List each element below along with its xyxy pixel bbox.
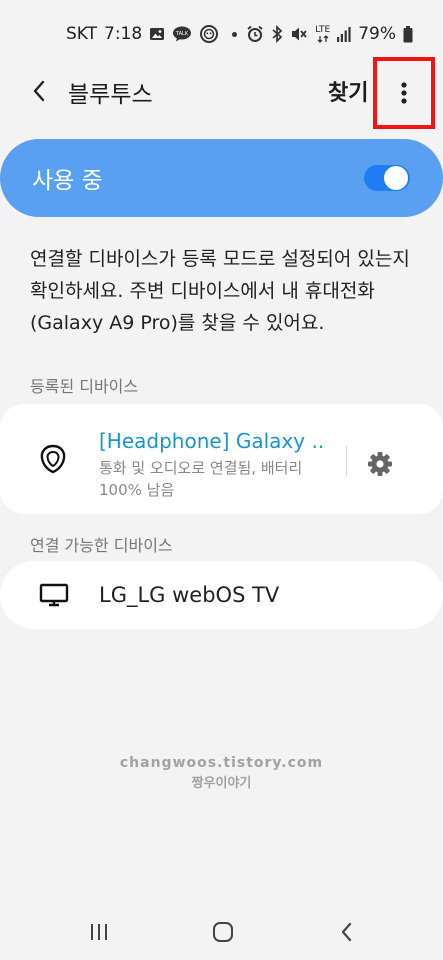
battery-percent: 79% — [358, 24, 396, 44]
lte-icon: LTE — [315, 25, 330, 43]
signal-icon — [337, 26, 351, 42]
back-button[interactable] — [24, 76, 54, 106]
divider — [346, 446, 347, 476]
recent-apps-button[interactable] — [83, 918, 115, 946]
chevron-left-icon — [33, 80, 45, 102]
bluetooth-switch[interactable] — [364, 165, 410, 191]
paired-device-name: [Headphone] Galaxy .. — [99, 429, 325, 453]
svg-text:TALK: TALK — [175, 31, 189, 37]
watermark: changwoos.tistory.com 짱우이야기 — [0, 755, 443, 791]
available-device-name: LG_LG webOS TV — [99, 583, 280, 607]
watermark-url: changwoos.tistory.com — [119, 755, 324, 771]
tv-icon — [38, 581, 70, 609]
available-devices-header: 연결 가능한 디바이스 — [30, 536, 173, 555]
gear-icon — [368, 452, 392, 476]
image-icon — [149, 27, 165, 41]
paired-device-status: 통화 및 오디오로 연결됨, 배터리 100% 남음 — [99, 459, 303, 499]
find-button[interactable]: 찾기 — [328, 75, 368, 107]
alarm-icon — [246, 25, 264, 43]
bluetooth-icon — [271, 25, 283, 43]
bluetooth-description: 연결할 디바이스가 등록 모드로 설정되어 있는지 확인하세요. 주변 디바이스… — [30, 248, 410, 334]
mute-icon — [290, 25, 308, 43]
talk-icon: TALK — [172, 26, 192, 42]
status-bar-right: LTE 79% — [246, 24, 413, 44]
carrier-label: SKT — [66, 24, 98, 44]
dot-icon — [232, 31, 238, 37]
more-vert-icon — [401, 82, 407, 104]
watermark-blog-name: 짱우이야기 — [191, 776, 252, 791]
more-options-button[interactable] — [373, 57, 435, 129]
available-device-item[interactable]: LG_LG webOS TV — [0, 561, 443, 629]
paired-devices-header: 등록된 디바이스 — [30, 377, 139, 396]
nav-back-button[interactable] — [331, 918, 363, 946]
earbud-icon — [36, 442, 70, 476]
back-icon — [341, 922, 352, 942]
switch-knob — [384, 166, 408, 190]
recents-icon — [91, 924, 107, 940]
system-nav-bar — [0, 900, 443, 960]
home-button[interactable] — [207, 918, 239, 946]
home-icon — [213, 922, 233, 942]
master-toggle-label: 사용 중 — [32, 168, 103, 194]
battery-icon — [403, 25, 413, 43]
paired-device-item[interactable]: [Headphone] Galaxy .. 통화 및 오디오로 연결됨, 배터리… — [0, 404, 443, 514]
clock: 7:18 — [104, 24, 143, 44]
device-settings-button[interactable] — [364, 448, 396, 480]
face-icon — [199, 24, 219, 44]
page-title: 블루투스 — [68, 82, 153, 108]
bluetooth-master-toggle[interactable]: 사용 중 — [0, 139, 443, 217]
status-bar-left: SKT 7:18 TALK — [66, 24, 238, 44]
